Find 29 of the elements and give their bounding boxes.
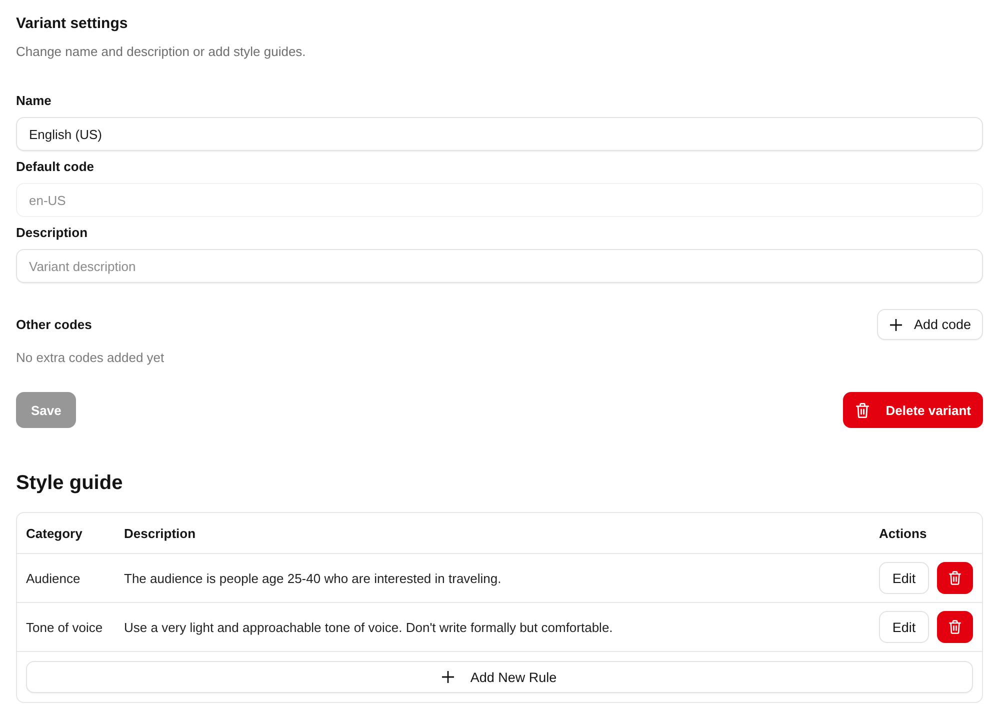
column-header: Category: [26, 526, 82, 540]
style-guide-title: Style guide: [16, 471, 124, 496]
section-title: Variant settings: [16, 14, 129, 34]
table-cell: The audience is people age 25-40 who are interested in traveling.: [124, 570, 502, 586]
section-subtitle: Change name and description or add style guides.: [16, 43, 307, 61]
delete-variant-button[interactable]: Delete variant: [842, 392, 983, 428]
field-label: Name: [16, 92, 52, 110]
field-label: Description: [16, 224, 89, 242]
table-cell: Use a very light and approachable tone of voice. Don't write formally but comfortable.: [124, 620, 613, 634]
table-cell: Tone of voice: [26, 620, 103, 634]
plus-icon: [442, 671, 454, 683]
text-input[interactable]: English (US): [16, 117, 983, 151]
empty-message: No extra codes added yet: [16, 349, 166, 367]
other-codes-label: Other codes: [16, 316, 92, 334]
trash-icon: [949, 620, 961, 634]
edit-button[interactable]: Edit: [879, 562, 929, 594]
add-rule-button[interactable]: Add New Rule: [26, 661, 973, 693]
trash-icon: [856, 402, 869, 418]
add-code-button[interactable]: Add code: [876, 309, 983, 340]
text-input[interactable]: Variant description: [16, 249, 983, 283]
trash-icon: [949, 571, 961, 585]
plus-icon: [890, 318, 902, 330]
field-label: Default code: [16, 158, 96, 176]
delete-button[interactable]: [937, 611, 973, 643]
column-header: Actions: [879, 526, 927, 540]
column-header: Description: [124, 526, 196, 540]
delete-button[interactable]: [937, 562, 973, 594]
table-cell: Audience: [26, 570, 80, 586]
edit-button[interactable]: Edit: [879, 611, 929, 643]
